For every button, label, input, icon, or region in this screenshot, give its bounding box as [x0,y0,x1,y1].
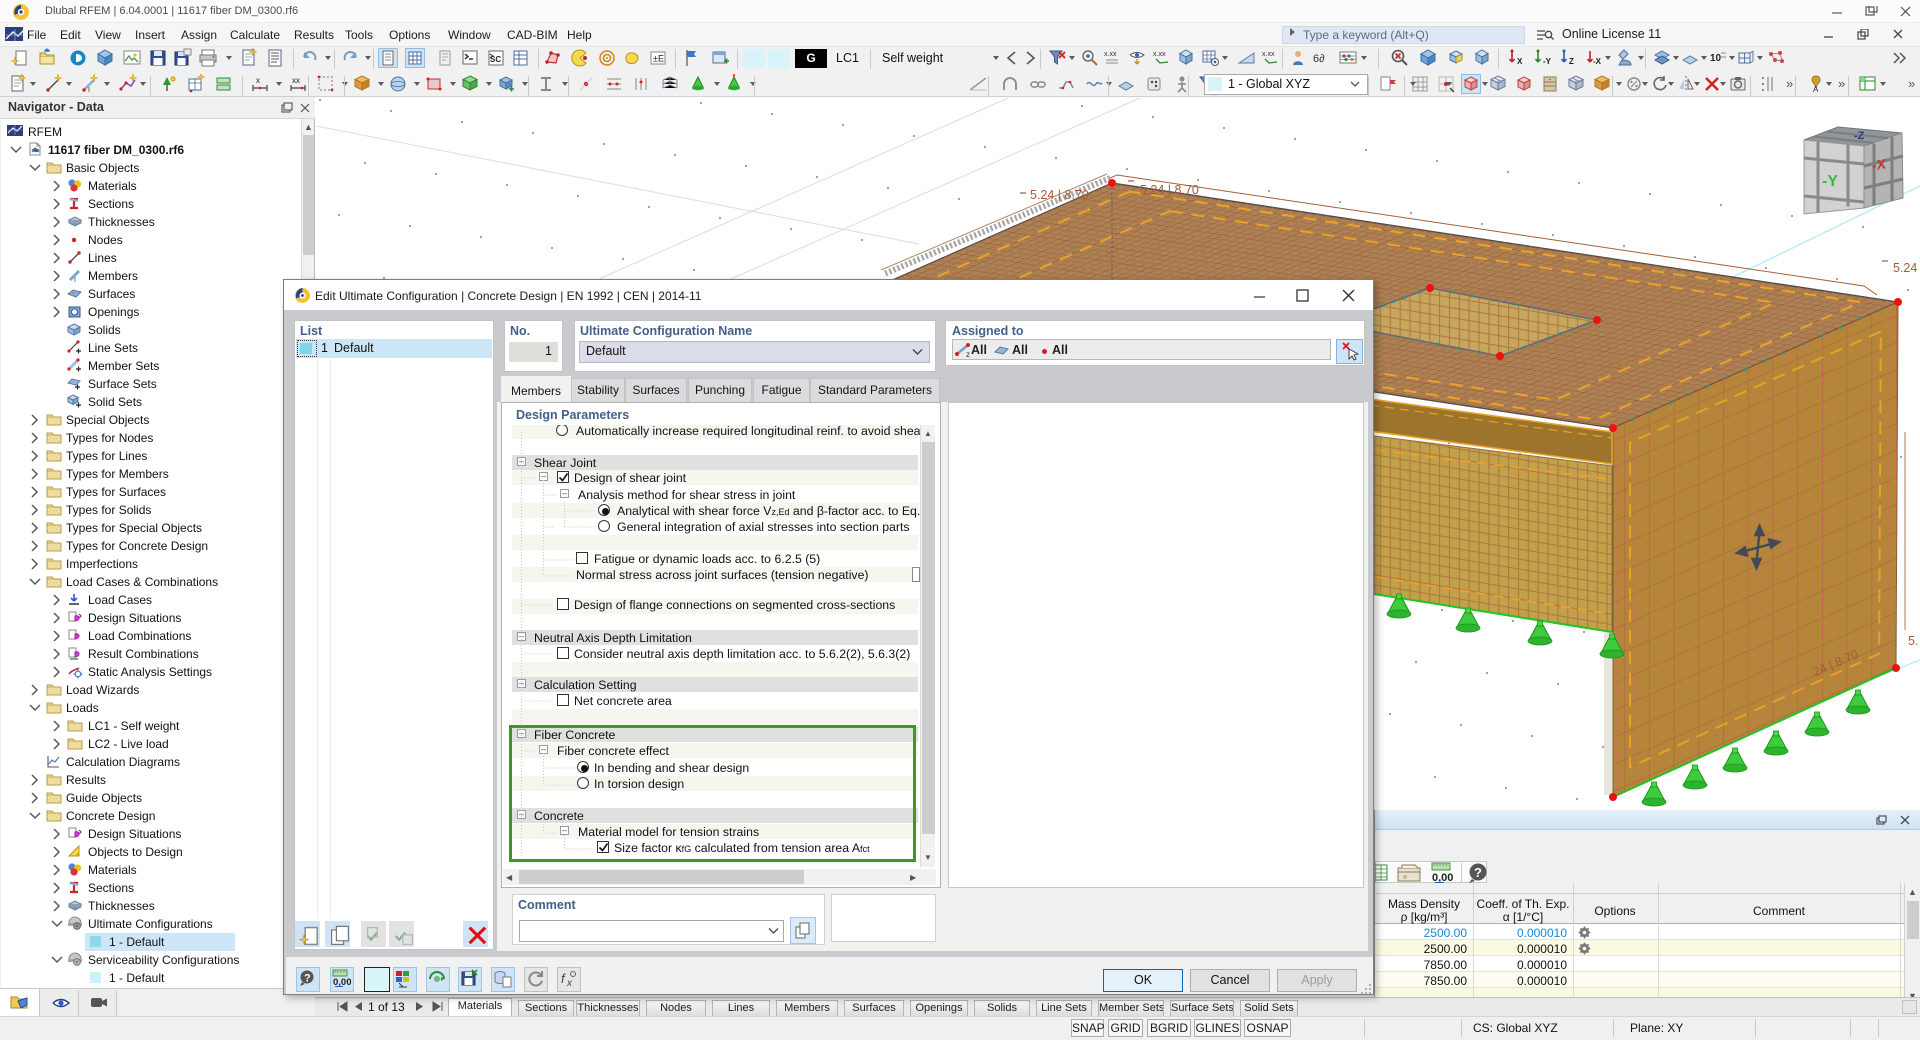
svg-text:-Y: -Y [1822,173,1838,190]
svg-text:-Z: -Z [1854,130,1865,142]
svg-text:10: 10 [1710,53,1722,64]
svg-text:xx: xx [292,76,300,85]
svg-text:x: x [566,978,573,989]
svg-text:6∂: 6∂ [1313,53,1325,65]
svg-text:x.xx: x.xx [1153,51,1166,58]
svg-text:-X: -X [1872,155,1887,173]
svg-text:x.xx: x.xx [1262,51,1275,58]
svg-text:-X: -X [1593,57,1602,66]
svg-text:5.24 | 8.70: 5.24 | 8.70 [1140,183,1199,197]
svg-text:x.xx: x.xx [1104,51,1117,58]
svg-text:?: ? [1474,865,1482,880]
svg-text:x: x [256,76,260,85]
svg-text:5.24 | 8: 5.24 | 8 [1893,261,1920,275]
svg-text:X: X [1517,57,1523,66]
svg-text:?: ? [304,973,311,985]
svg-text:I: I [74,277,76,283]
svg-text:5.24 | 8.70: 5.24 | 8.70 [1030,188,1089,202]
svg-text:Z: Z [1569,57,1574,66]
svg-text:±E: ±E [653,54,664,64]
svg-text:f: f [561,971,566,986]
svg-text:z: z [966,350,970,358]
svg-text:-Y: -Y [1543,57,1552,66]
svg-text:5.: 5. [1908,634,1918,648]
svg-text:I: I [88,87,90,94]
svg-text:A: A [1813,85,1819,94]
